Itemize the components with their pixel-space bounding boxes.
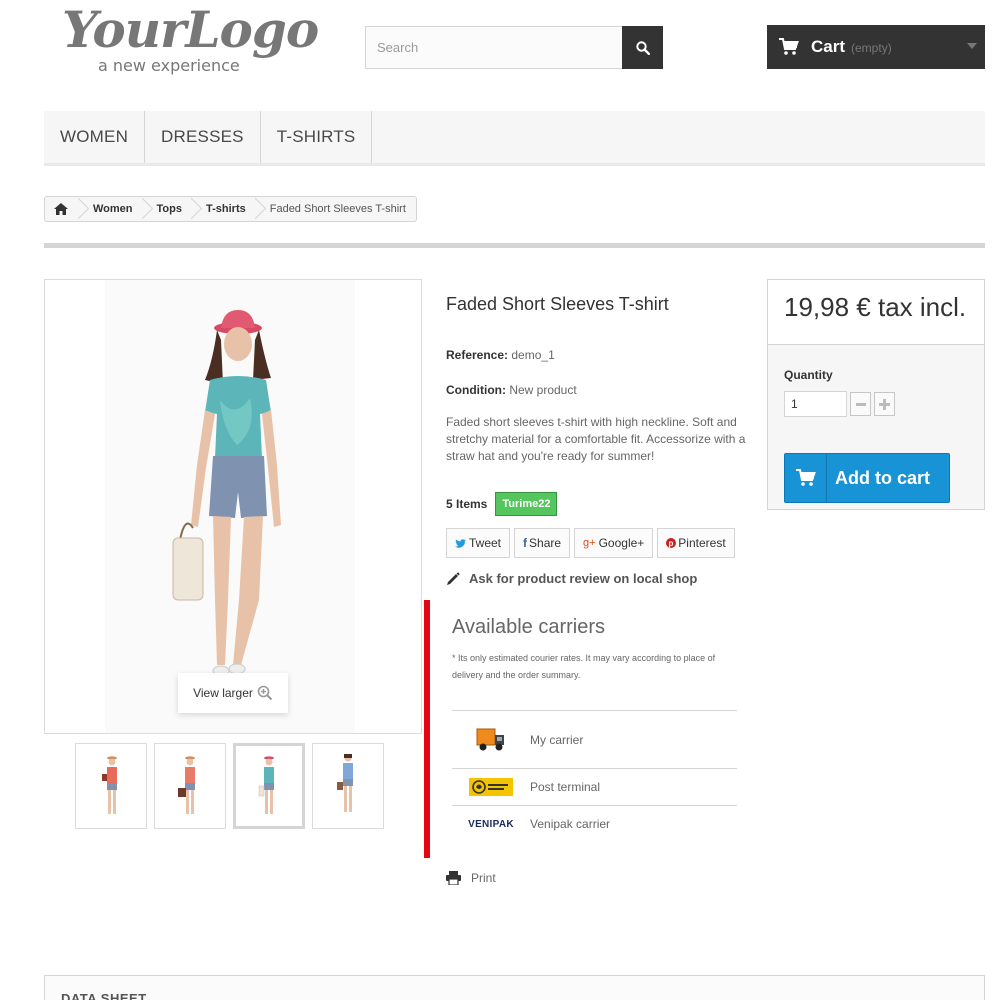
- logo-text: YourLogo: [62, 0, 319, 59]
- main-menu: WOMEN DRESSES T-SHIRTS: [44, 111, 985, 166]
- social-share: Tweet f Share g+ Google+ p Pinterest: [446, 528, 735, 558]
- pinterest-icon: p: [666, 538, 677, 548]
- truck-icon: [452, 726, 530, 754]
- carrier-name: Post terminal: [530, 780, 601, 794]
- reference-label: Reference:: [446, 348, 509, 362]
- thumbnail-photo: [102, 756, 117, 814]
- carrier-name: My carrier: [530, 732, 584, 747]
- carriers-note: * Its only estimated courier rates. It m…: [452, 653, 716, 680]
- product-main-image[interactable]: View larger: [44, 279, 422, 734]
- chevron-down-icon: [967, 43, 977, 49]
- cart-button[interactable]: Cart (empty): [767, 25, 985, 69]
- pencil-icon: [447, 572, 460, 585]
- product-condition: Condition: New product: [446, 383, 577, 397]
- review-label: Ask for product review on local shop: [469, 571, 698, 586]
- thumbnail-list: [75, 743, 384, 829]
- plus-icon: [879, 398, 890, 410]
- carriers-title: Available carriers: [452, 616, 606, 638]
- breadcrumb-current: Faded Short Sleeves T-shirt: [269, 203, 406, 215]
- cart-icon: [779, 38, 799, 55]
- stock-quantity: 5 Items: [446, 497, 488, 511]
- post-logo: [452, 778, 530, 796]
- twitter-icon: [455, 538, 466, 548]
- view-larger-label: View larger: [193, 686, 253, 700]
- buy-box: 19,98 € tax incl. Quantity 1 Add to cart: [767, 279, 985, 510]
- carrier-name: Venipak carrier: [530, 817, 611, 831]
- search-input[interactable]: [366, 27, 622, 68]
- facebook-share-button[interactable]: f Share: [514, 528, 571, 558]
- breadcrumb-separator: [190, 197, 200, 221]
- print-link[interactable]: Print: [446, 871, 496, 885]
- share-label: Share: [529, 536, 562, 550]
- divider: [44, 243, 985, 248]
- breadcrumb-separator: [77, 197, 87, 221]
- condition-label: Condition:: [446, 383, 506, 397]
- thumbnail[interactable]: [154, 743, 226, 829]
- breadcrumb-separator: [141, 197, 151, 221]
- view-larger-button[interactable]: View larger: [178, 673, 288, 713]
- print-label: Print: [471, 871, 496, 885]
- product-photo: [105, 280, 355, 733]
- store-logo[interactable]: YourLogo a new experience: [62, 2, 319, 78]
- product-description: Faded short sleeves t-shirt with high ne…: [446, 415, 746, 463]
- carrier-row: My carrier: [452, 710, 737, 768]
- cart-title: Cart: [811, 37, 846, 56]
- menu-item-tshirts[interactable]: T-SHIRTS: [261, 111, 373, 163]
- data-sheet-title: DATA SHEET: [61, 991, 147, 1000]
- breadcrumb: Women Tops T-shirts Faded Short Sleeves …: [44, 196, 417, 222]
- product-review-link[interactable]: Ask for product review on local shop: [446, 571, 697, 586]
- search-icon: [635, 40, 650, 55]
- logo-tagline: a new experience: [98, 56, 240, 75]
- stock-info: 5 Items Turime22: [446, 492, 558, 516]
- quantity-label: Quantity: [784, 368, 833, 382]
- search-bar: [365, 26, 663, 69]
- carrier-row: VENIPAK Venipak carrier: [452, 805, 737, 842]
- tweet-button[interactable]: Tweet: [446, 528, 511, 558]
- home-icon: [54, 203, 68, 215]
- add-to-cart-button[interactable]: Add to cart: [784, 453, 950, 503]
- menu-item-dresses[interactable]: DRESSES: [145, 111, 261, 163]
- product-price: 19,98 € tax incl.: [768, 280, 984, 345]
- reference-value: demo_1: [511, 348, 555, 362]
- carrier-row: Post terminal: [452, 768, 737, 805]
- quantity-increase-button[interactable]: [874, 392, 895, 416]
- thumbnail[interactable]: [75, 743, 147, 829]
- venipak-logo: VENIPAK: [452, 819, 530, 830]
- product-title: Faded Short Sleeves T-shirt: [446, 294, 669, 314]
- quantity-input[interactable]: 1: [784, 391, 847, 417]
- printer-icon: [446, 871, 461, 885]
- facebook-icon: f: [523, 536, 528, 550]
- breadcrumb-separator: [254, 197, 264, 221]
- google-plus-button[interactable]: g+ Google+: [574, 528, 654, 558]
- zoom-icon: [257, 685, 273, 701]
- quantity-decrease-button[interactable]: [850, 392, 871, 416]
- google-plus-icon: g+: [583, 537, 596, 549]
- thumbnail-photo: [178, 756, 195, 814]
- thumbnail-selected[interactable]: [233, 743, 305, 829]
- add-to-cart-label: Add to cart: [835, 467, 931, 488]
- thumbnail[interactable]: [312, 743, 384, 829]
- product-reference: Reference: demo_1: [446, 348, 555, 362]
- highlight-marker: [424, 600, 430, 858]
- cart-status: (empty): [851, 41, 892, 55]
- thumbnail-photo: [258, 756, 274, 814]
- pinterest-label: Pinterest: [678, 536, 726, 550]
- data-sheet-section: DATA SHEET: [44, 975, 985, 1000]
- stock-badge: Turime22: [495, 492, 558, 516]
- tweet-label: Tweet: [469, 536, 502, 550]
- search-button[interactable]: [622, 26, 663, 69]
- thumbnail-photo: [337, 754, 353, 812]
- menu-item-women[interactable]: WOMEN: [44, 111, 146, 163]
- venipak-logo-text: VENIPAK: [468, 818, 514, 830]
- minus-icon: [855, 402, 866, 406]
- carriers-table: My carrier Post terminal VENIPAK Venipak…: [452, 710, 737, 842]
- svg-text:p: p: [669, 539, 674, 548]
- condition-value: New product: [509, 383, 577, 397]
- google-plus-label: Google+: [598, 536, 645, 550]
- cart-icon: [785, 454, 827, 502]
- pinterest-button[interactable]: p Pinterest: [657, 528, 735, 558]
